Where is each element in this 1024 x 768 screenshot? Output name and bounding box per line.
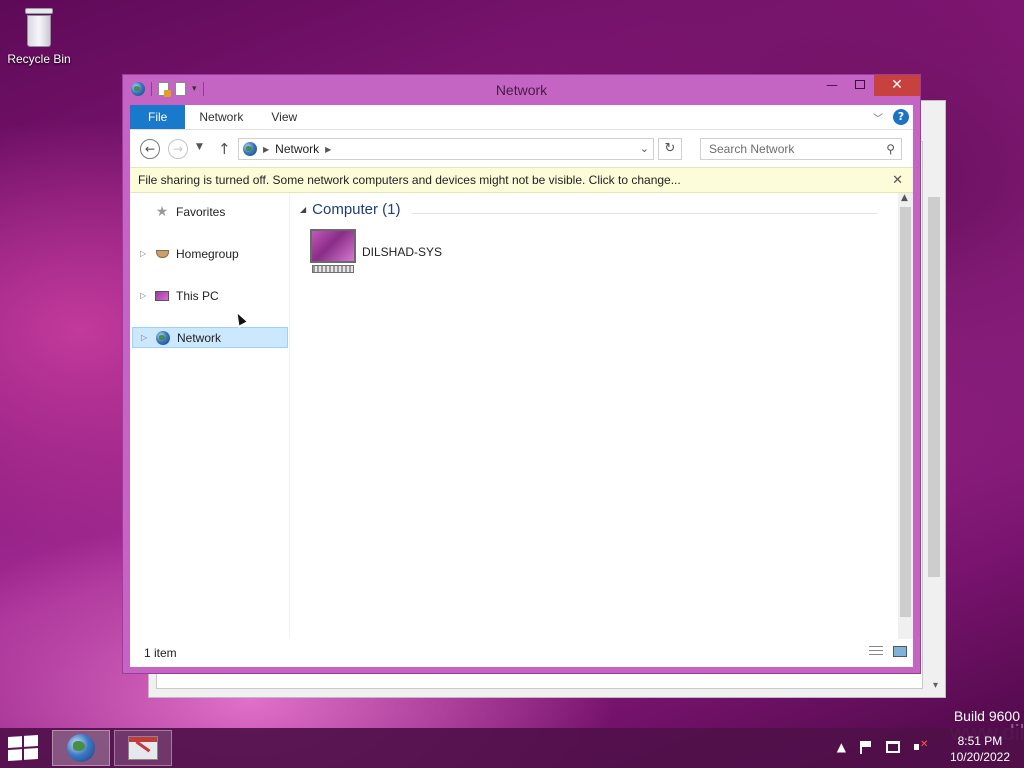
maximize-button[interactable]	[846, 75, 874, 96]
computer-icon	[155, 290, 169, 301]
show-hidden-icons-icon[interactable]: ▲	[837, 740, 846, 754]
address-bar[interactable]: ▶ Network ▶ ⌄	[238, 138, 654, 160]
nav-item-label: Homegroup	[176, 246, 239, 261]
search-placeholder: Search Network	[709, 142, 795, 156]
close-button[interactable]: ✕	[874, 75, 920, 96]
group-header[interactable]: ◢ Computer (1)	[300, 201, 401, 218]
nav-item-this-pc[interactable]: ▷ This PC	[132, 285, 288, 306]
app-window-icon	[128, 736, 158, 760]
address-dropdown-icon[interactable]: ⌄	[640, 142, 649, 155]
recycle-bin-icon	[23, 6, 55, 48]
group-header-label: Computer (1)	[312, 201, 401, 218]
computer-name: DILSHAD-SYS	[362, 245, 443, 259]
up-button[interactable]: ↑	[218, 140, 231, 158]
tab-view[interactable]: View	[257, 105, 311, 129]
background-window-scrollbar[interactable]	[927, 181, 941, 691]
navigation-pane: ★ Favorites ▷ Homegroup ▷ This PC ▷ Netw…	[130, 193, 290, 639]
recycle-bin-shortcut[interactable]: Recycle Bin	[6, 6, 72, 66]
nav-item-label: Network	[177, 330, 222, 345]
network-globe-icon	[67, 734, 95, 762]
scroll-down-arrow-icon[interactable]: ▾	[933, 680, 938, 691]
ribbon-tabs: File Network View ﹀ ?	[130, 105, 913, 129]
scrollbar-thumb[interactable]	[900, 207, 911, 617]
clock-time: 8:51 PM	[957, 734, 1003, 748]
group-divider	[412, 213, 877, 214]
details-view-icon[interactable]	[869, 646, 883, 657]
network-computer-item[interactable]: DILSHAD-SYS	[310, 229, 442, 275]
window-title: Network	[495, 82, 548, 98]
clock-date: 10/20/2022	[949, 750, 1010, 764]
large-icons-view-icon[interactable]	[893, 646, 907, 657]
star-icon: ★	[155, 203, 169, 219]
close-info-bar-icon[interactable]: ✕	[892, 168, 903, 192]
refresh-button[interactable]: ↻	[658, 138, 682, 160]
tab-network[interactable]: Network	[185, 105, 257, 129]
network-globe-icon	[243, 142, 257, 156]
search-input[interactable]: Search Network ⚲	[700, 138, 902, 160]
collapse-group-icon[interactable]: ◢	[300, 205, 306, 214]
nav-item-favorites[interactable]: ★ Favorites	[132, 201, 288, 222]
breadcrumb-chevron-icon[interactable]: ▶	[263, 145, 269, 154]
homegroup-icon	[155, 249, 169, 258]
tab-file[interactable]: File	[130, 105, 186, 129]
computer-icon	[310, 229, 356, 275]
expand-arrow-icon[interactable]: ▷	[133, 333, 147, 342]
breadcrumb-chevron-icon[interactable]: ▶	[325, 145, 331, 154]
system-tray: ▲	[837, 739, 929, 754]
start-button[interactable]	[8, 734, 38, 762]
explorer-window[interactable]: ▾ Network — ✕ File Network View ﹀ ? ← → …	[122, 74, 921, 674]
status-bar: 1 item	[130, 639, 913, 667]
item-count: 1 item	[144, 646, 177, 660]
content-scrollbar[interactable]: ▲	[898, 193, 913, 639]
title-bar[interactable]: ▾ Network — ✕	[123, 75, 920, 105]
breadcrumb-network[interactable]: Network	[275, 142, 319, 156]
network-globe-icon	[156, 330, 170, 345]
scroll-up-arrow-icon[interactable]: ▲	[901, 193, 908, 203]
taskbar-network-explorer[interactable]	[52, 730, 110, 766]
info-bar-message[interactable]: File sharing is turned off. Some network…	[138, 173, 681, 187]
minimize-button[interactable]: —	[818, 75, 846, 96]
forward-button[interactable]: →	[168, 139, 188, 159]
help-icon[interactable]: ?	[893, 109, 909, 125]
nav-item-network[interactable]: ▷ Network	[132, 327, 288, 348]
action-center-flag-icon[interactable]	[860, 740, 872, 754]
recent-locations-dropdown-icon[interactable]: ▼	[196, 142, 203, 152]
navigation-bar: ← → ▼ ↑ ▶ Network ▶ ⌄ ↻ Search Network ⚲	[130, 129, 913, 167]
expand-ribbon-chevron-icon[interactable]: ﹀	[873, 110, 883, 125]
taskbar-app[interactable]	[114, 730, 172, 766]
search-icon[interactable]: ⚲	[886, 139, 895, 159]
content-area: ★ Favorites ▷ Homegroup ▷ This PC ▷ Netw…	[130, 193, 913, 639]
nav-item-label: Favorites	[176, 204, 226, 219]
expand-arrow-icon[interactable]: ▷	[132, 291, 146, 300]
nav-item-homegroup[interactable]: ▷ Homegroup	[132, 243, 288, 264]
taskbar: ▲ 8:51 PM 10/20/2022	[0, 728, 1024, 768]
network-status-icon[interactable]	[886, 741, 900, 753]
expand-arrow-icon[interactable]: ▷	[132, 249, 146, 258]
nav-item-label: This PC	[176, 288, 219, 303]
recycle-bin-label: Recycle Bin	[7, 52, 71, 66]
info-bar[interactable]: File sharing is turned off. Some network…	[130, 167, 913, 193]
clock[interactable]: 8:51 PM 10/20/2022	[950, 733, 1010, 765]
speaker-muted-icon[interactable]	[914, 739, 928, 753]
back-button[interactable]: ←	[140, 139, 160, 159]
